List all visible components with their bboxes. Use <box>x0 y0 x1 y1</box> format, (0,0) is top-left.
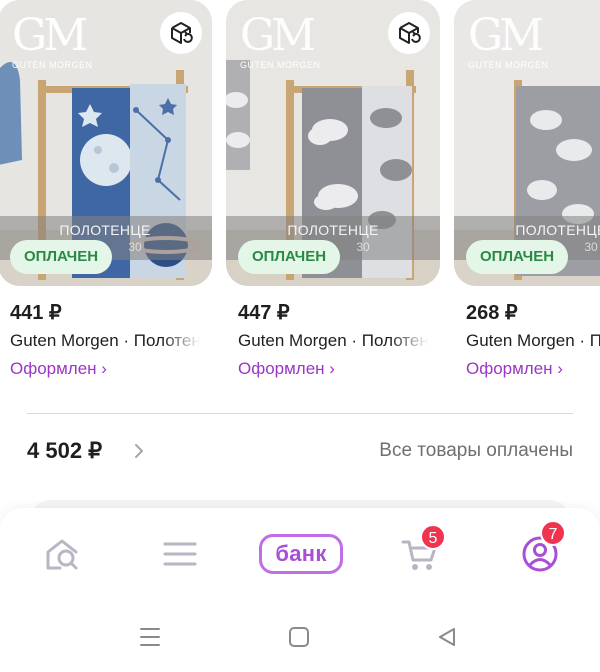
profile-notification-badge: 7 <box>540 520 566 546</box>
tab-bank[interactable]: банк <box>258 526 344 582</box>
cart-count-badge: 5 <box>420 524 446 550</box>
back-icon <box>439 628 455 646</box>
category-label: ПОЛОТЕНЦЕ <box>515 222 600 238</box>
order-status-link[interactable]: Оформлен › <box>466 359 600 379</box>
divider <box>27 413 573 414</box>
product-title[interactable]: Guten Morgen · Полотенце <box>466 331 600 351</box>
product-title[interactable]: Guten Morgen · Полотенце <box>238 331 428 351</box>
system-navigation-bar <box>0 600 600 672</box>
product-title[interactable]: Guten Morgen · Полотенце <box>10 331 200 351</box>
bank-label: банк <box>259 534 343 574</box>
tab-cart[interactable]: 5 <box>392 524 448 582</box>
brand-logo: GM GUTEN MORGEN <box>12 10 93 71</box>
paid-badge: ОПЛАЧЕН <box>466 240 569 274</box>
home-button[interactable] <box>284 622 314 652</box>
return-box-button[interactable] <box>388 12 430 54</box>
paid-badge: ОПЛАЧЕН <box>10 240 113 274</box>
menu-icon <box>163 542 197 566</box>
order-total: 4 502 ₽ <box>27 438 103 463</box>
bottom-tab-bar: банк 5 7 <box>0 508 600 600</box>
order-status-link[interactable]: Оформлен › <box>10 359 212 379</box>
order-status-link[interactable]: Оформлен › <box>238 359 440 379</box>
box-return-icon <box>171 22 193 44</box>
paid-badge: ОПЛАЧЕН <box>238 240 341 274</box>
product-image[interactable]: GM GUTEN MORGEN ПОЛОТЕНЦЕ 30 ОПЛАЧЕН <box>226 0 440 286</box>
home-icon <box>289 627 309 647</box>
product-price: 441 ₽ <box>10 302 62 324</box>
return-box-button[interactable] <box>160 12 202 54</box>
order-total-row[interactable]: 4 502 ₽ Все товары оплачены <box>0 432 600 472</box>
category-label: ПОЛОТЕНЦЕ <box>59 222 151 238</box>
order-screen: GM GUTEN MORGEN ПОЛОТЕНЦЕ 30 ОПЛАЧЕН 441… <box>0 0 600 672</box>
brand-mark: GM <box>240 10 316 61</box>
category-label: ПОЛОТЕНЦЕ <box>287 222 379 238</box>
back-button[interactable] <box>432 622 462 652</box>
chevron-right-icon <box>135 444 143 458</box>
product-carousel[interactable]: GM GUTEN MORGEN ПОЛОТЕНЦЕ 30 ОПЛАЧЕН 441… <box>0 0 600 400</box>
product-price: 268 ₽ <box>466 302 518 324</box>
product-card[interactable]: GM GUTEN MORGEN ПОЛОТЕНЦЕ 30 ОПЛАЧЕН 268… <box>454 0 600 379</box>
payment-status: Все товары оплачены <box>379 440 573 461</box>
tab-home[interactable] <box>34 526 90 582</box>
home-search-icon <box>46 539 78 570</box>
brand-mark: GM <box>468 10 544 61</box>
recents-button[interactable] <box>135 622 165 652</box>
recents-icon <box>140 628 160 646</box>
brand-name: GUTEN MORGEN <box>240 60 321 70</box>
tab-profile[interactable]: 7 <box>512 520 568 582</box>
product-card[interactable]: GM GUTEN MORGEN ПОЛОТЕНЦЕ 30 ОПЛАЧЕН <box>226 0 440 379</box>
brand-logo: GM GUTEN MORGEN <box>240 10 321 71</box>
product-card[interactable]: GM GUTEN MORGEN ПОЛОТЕНЦЕ 30 ОПЛАЧЕН <box>0 0 212 379</box>
tab-catalog[interactable] <box>152 526 208 582</box>
brand-name: GUTEN MORGEN <box>12 60 93 70</box>
product-image[interactable]: GM GUTEN MORGEN ПОЛОТЕНЦЕ 30 ОПЛАЧЕН <box>454 0 600 286</box>
brand-mark: GM <box>12 10 88 61</box>
product-price: 447 ₽ <box>238 302 290 324</box>
brand-name: GUTEN MORGEN <box>468 60 549 70</box>
brand-logo: GM GUTEN MORGEN <box>468 10 549 71</box>
product-image[interactable]: GM GUTEN MORGEN ПОЛОТЕНЦЕ 30 ОПЛАЧЕН <box>0 0 212 286</box>
box-return-icon <box>399 22 421 44</box>
